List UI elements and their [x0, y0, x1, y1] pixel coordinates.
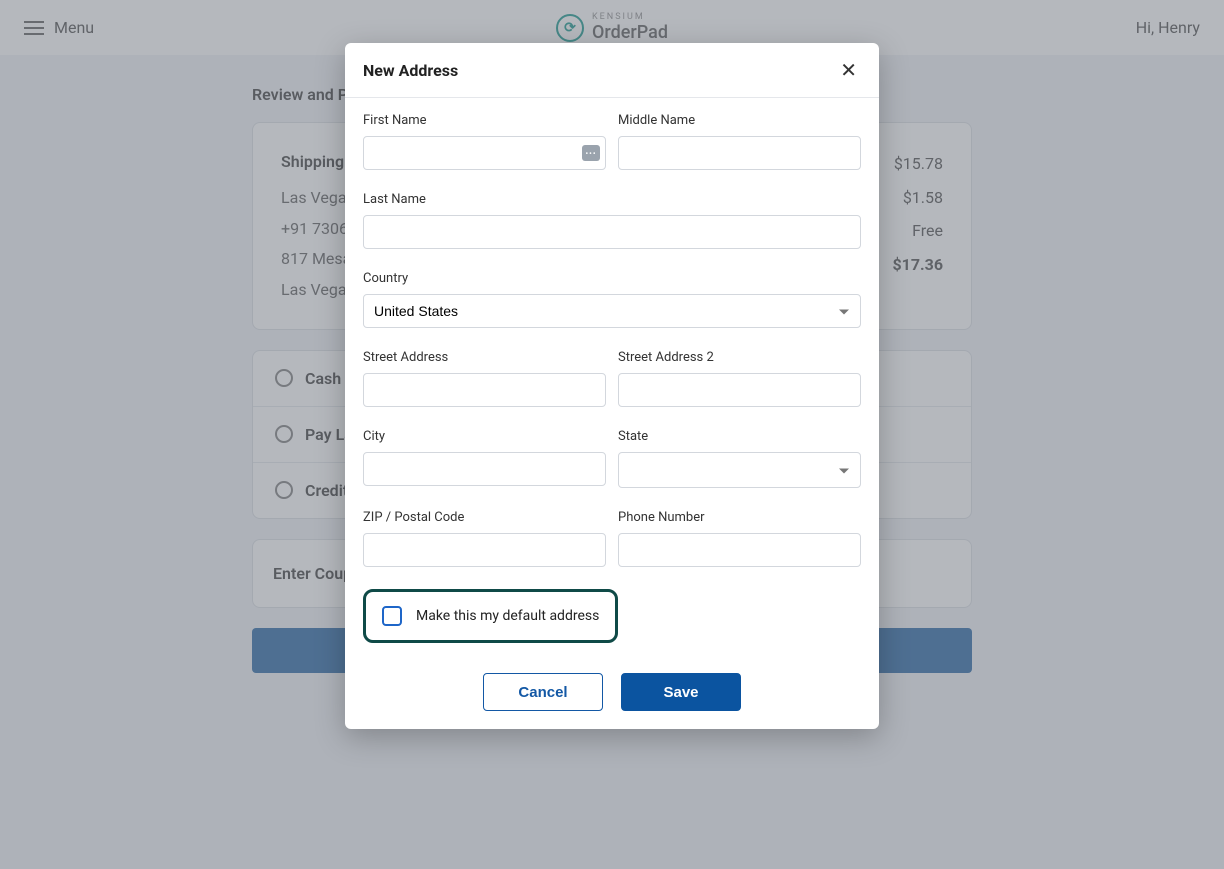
city-input[interactable]	[363, 452, 606, 486]
new-address-modal: New Address ✕ First Name Middle Name	[345, 43, 879, 729]
street1-label: Street Address	[363, 350, 606, 365]
cancel-button[interactable]: Cancel	[483, 673, 603, 711]
save-button[interactable]: Save	[621, 673, 741, 711]
default-address-toggle[interactable]: Make this my default address	[363, 589, 618, 643]
phone-input[interactable]	[618, 533, 861, 567]
default-address-label: Make this my default address	[416, 608, 599, 624]
zip-label: ZIP / Postal Code	[363, 510, 606, 525]
state-label: State	[618, 429, 861, 444]
first-name-input[interactable]	[363, 136, 606, 170]
city-label: City	[363, 429, 606, 444]
street2-input[interactable]	[618, 373, 861, 407]
close-icon[interactable]: ✕	[836, 58, 861, 82]
zip-input[interactable]	[363, 533, 606, 567]
street1-input[interactable]	[363, 373, 606, 407]
middle-name-label: Middle Name	[618, 113, 861, 128]
modal-footer: Cancel Save	[345, 663, 879, 729]
modal-body: First Name Middle Name Last Name	[345, 98, 879, 663]
modal-overlay: New Address ✕ First Name Middle Name	[0, 0, 1224, 869]
country-label: Country	[363, 271, 861, 286]
state-select[interactable]	[618, 452, 861, 488]
country-select[interactable]: United States	[363, 294, 861, 328]
last-name-input[interactable]	[363, 215, 861, 249]
first-name-label: First Name	[363, 113, 606, 128]
street2-label: Street Address 2	[618, 350, 861, 365]
modal-header: New Address ✕	[345, 43, 879, 98]
middle-name-input[interactable]	[618, 136, 861, 170]
modal-title: New Address	[363, 61, 458, 80]
phone-label: Phone Number	[618, 510, 861, 525]
autofill-icon[interactable]	[582, 145, 600, 161]
last-name-label: Last Name	[363, 192, 861, 207]
checkbox-icon	[382, 606, 402, 626]
